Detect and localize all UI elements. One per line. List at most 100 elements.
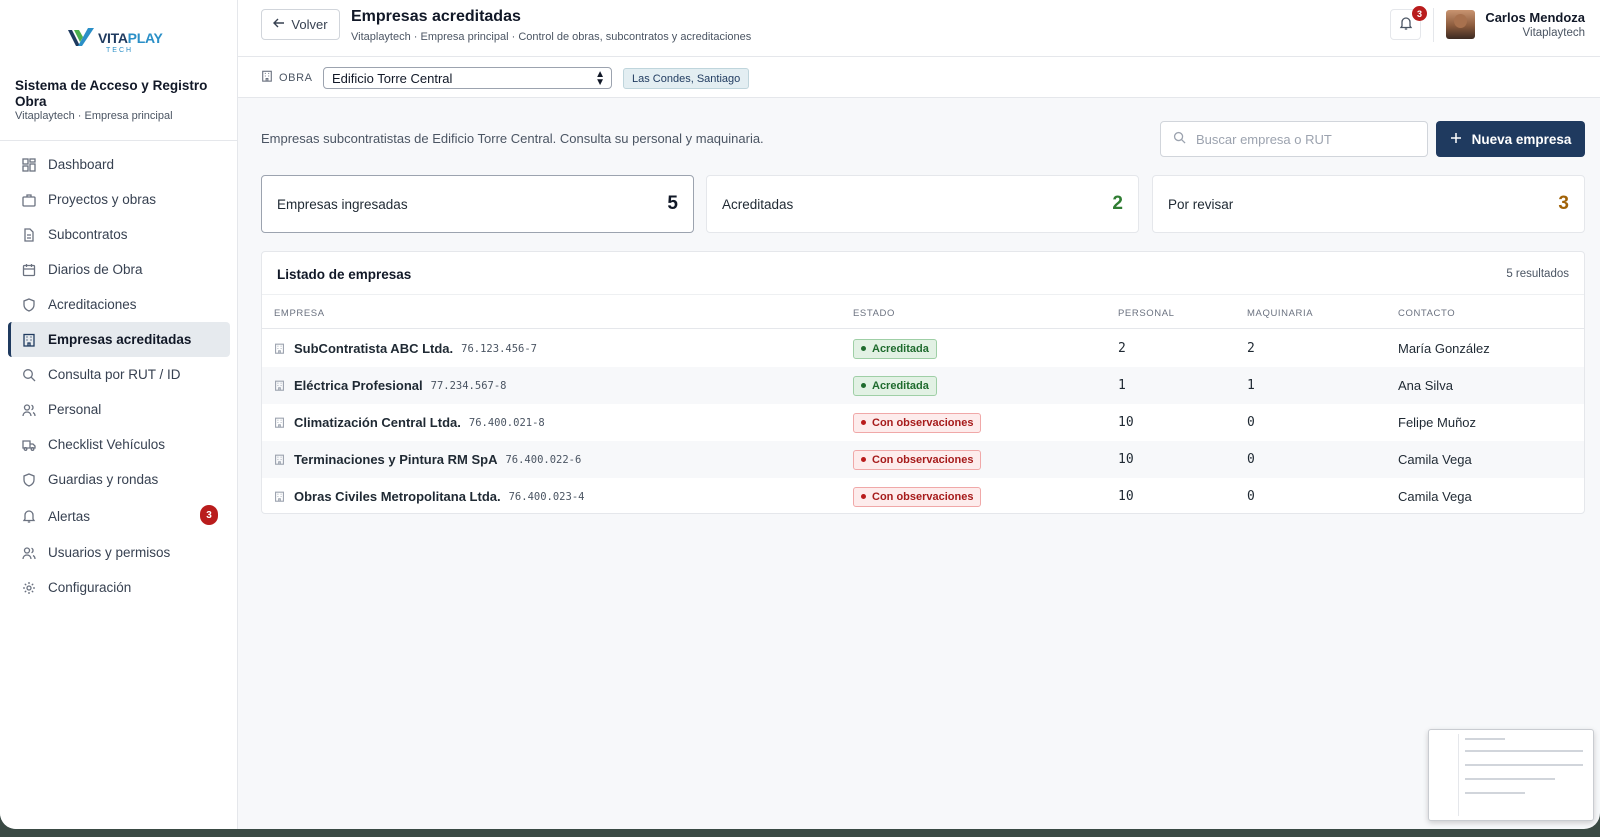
sidebar-item-subcontratos[interactable]: Subcontratos: [8, 217, 230, 252]
user-name[interactable]: Carlos Mendoza: [1485, 10, 1585, 25]
sidebar-item-alertas[interactable]: Alertas 3: [8, 497, 230, 535]
machinery-count: 2: [1247, 341, 1255, 356]
status-cell: Con observaciones: [853, 441, 982, 478]
plus-icon: [1450, 132, 1462, 147]
stat-label: Por revisar: [1168, 197, 1234, 212]
machinery-count: 0: [1247, 415, 1255, 430]
thumbnail-line: [1465, 750, 1583, 752]
sidebar-item-label: Empresas acreditadas: [48, 332, 192, 347]
thumbnail-line: [1465, 792, 1525, 794]
gear-icon: [22, 581, 36, 595]
thumbnail-line: [1465, 738, 1505, 740]
company-cell[interactable]: SubContratista ABC Ltda. 76.123.456-7: [274, 330, 537, 367]
building-icon: [274, 343, 285, 354]
new-company-button[interactable]: Nueva empresa: [1436, 121, 1585, 157]
table-row[interactable]: Terminaciones y Pintura RM SpA 76.400.022…: [262, 441, 1584, 478]
logo-mark-icon: [68, 28, 94, 46]
company-cell[interactable]: Obras Civiles Metropolitana Ltda. 76.400.…: [274, 478, 585, 513]
header-divider: [1433, 8, 1434, 42]
sidebar-item-consulta-rut[interactable]: Consulta por RUT / ID: [8, 357, 230, 392]
contact-name: Ana Silva: [1398, 378, 1453, 393]
table-row[interactable]: Obras Civiles Metropolitana Ltda. 76.400.…: [262, 478, 1584, 513]
company-name[interactable]: Obras Civiles Metropolitana Ltda.: [294, 489, 501, 504]
table-row[interactable]: SubContratista ABC Ltda. 76.123.456-7 Acre…: [262, 330, 1584, 367]
thumbnail-sidebar: [1433, 734, 1459, 816]
notification-count-badge: 3: [1412, 6, 1427, 21]
status-cell: Con observaciones: [853, 478, 982, 513]
brand-logo[interactable]: VITAPLAY TECH: [62, 22, 174, 58]
sidebar-item-label: Alertas: [48, 508, 91, 524]
status-cell: Acreditada: [853, 330, 937, 367]
sidebar-item-configuracion[interactable]: Configuración: [8, 570, 230, 605]
company-name[interactable]: SubContratista ABC Ltda.: [294, 341, 453, 356]
stat-card-por-revisar[interactable]: Por revisar 3: [1152, 175, 1585, 233]
sidebar-item-acreditaciones[interactable]: Acreditaciones: [8, 287, 230, 322]
column-header-maquinaria[interactable]: MAQUINARIA: [1247, 308, 1313, 319]
sidebar-item-label: Acreditaciones: [48, 297, 137, 312]
column-header-empresa[interactable]: EMPRESA: [274, 308, 325, 319]
status-badge: Con observaciones: [853, 449, 982, 470]
stat-label: Empresas ingresadas: [277, 197, 408, 212]
stat-value: 5: [667, 193, 678, 214]
status-dot-icon: [861, 346, 866, 351]
table-row[interactable]: Eléctrica Profesional 77.234.567-8 Acredit…: [262, 367, 1584, 404]
back-button[interactable]: Volver: [261, 9, 340, 40]
personal-count: 2: [1118, 341, 1126, 356]
status-cell: Con observaciones: [853, 404, 982, 441]
company-cell[interactable]: Terminaciones y Pintura RM SpA 76.400.022…: [274, 441, 581, 478]
sidebar-item-label: Proyectos y obras: [48, 192, 157, 207]
company-rut: 76.123.456-7: [461, 342, 537, 355]
screen-preview-thumbnail[interactable]: [1428, 729, 1594, 821]
stat-card-acreditadas[interactable]: Acreditadas 2: [706, 175, 1139, 233]
shield-icon: [22, 472, 36, 487]
table-header: EMPRESA ESTADO PERSONAL MAQUINARIA CONTA…: [262, 294, 1584, 329]
sidebar-item-guardias[interactable]: Guardias y rondas: [8, 462, 230, 497]
contact-name: Camila Vega: [1398, 452, 1472, 467]
shield-icon: [22, 297, 36, 312]
search-input[interactable]: [1196, 131, 1416, 147]
table-row[interactable]: Climatización Central Ltda. 76.400.021-8 C…: [262, 404, 1584, 441]
stat-card-ingresadas[interactable]: Empresas ingresadas 5: [261, 175, 694, 233]
results-count: 5 resultados: [1506, 268, 1569, 280]
sidebar-item-empresas-acreditadas[interactable]: Empresas acreditadas: [8, 322, 230, 357]
notifications-button[interactable]: 3: [1390, 6, 1427, 40]
users-icon: [22, 403, 36, 417]
column-header-personal[interactable]: PERSONAL: [1118, 308, 1175, 319]
top-header: Volver Empresas acreditadas Vitaplaytech…: [238, 0, 1600, 57]
sidebar-item-diarios[interactable]: Diarios de Obra: [8, 252, 230, 287]
company-name[interactable]: Eléctrica Profesional: [294, 378, 423, 393]
company-cell[interactable]: Climatización Central Ltda. 76.400.021-8: [274, 404, 545, 441]
logo-text: VITAPLAY: [98, 30, 163, 46]
search-box[interactable]: [1160, 121, 1428, 157]
status-dot-icon: [861, 383, 866, 388]
arrow-left-icon: [273, 17, 285, 32]
company-rut: 76.400.023-4: [508, 490, 585, 503]
user-organization: Vitaplaytech: [1522, 27, 1585, 39]
sidebar-item-personal[interactable]: Personal: [8, 392, 230, 427]
avatar[interactable]: [1446, 10, 1475, 39]
location-badge: Las Condes, Santiago: [623, 68, 750, 89]
sidebar-item-usuarios[interactable]: Usuarios y permisos: [8, 535, 230, 570]
sidebar-item-dashboard[interactable]: Dashboard: [8, 147, 230, 182]
company-cell[interactable]: Eléctrica Profesional 77.234.567-8: [274, 367, 506, 404]
sidebar-item-label: Consulta por RUT / ID: [48, 367, 181, 382]
stat-value: 3: [1558, 193, 1569, 214]
status-dot-icon: [861, 494, 866, 499]
sidebar-item-checklist-vehiculos[interactable]: Checklist Vehículos: [8, 427, 230, 462]
column-header-contacto[interactable]: CONTACTO: [1398, 308, 1455, 319]
logo-subtext: TECH: [106, 47, 134, 54]
status-badge: Acreditada: [853, 338, 937, 359]
company-name[interactable]: Climatización Central Ltda.: [294, 415, 461, 430]
machinery-count: 0: [1247, 452, 1255, 467]
alert-count-badge: 3: [200, 505, 218, 525]
column-header-estado[interactable]: ESTADO: [853, 308, 895, 319]
obra-select[interactable]: Edificio Torre Central ▲ ▼: [323, 67, 612, 89]
sidebar-item-label: Diarios de Obra: [48, 262, 143, 277]
company-name[interactable]: Terminaciones y Pintura RM SpA: [294, 452, 497, 467]
sidebar-item-label: Guardias y rondas: [48, 472, 159, 487]
page-subtitle: Vitaplaytech · Empresa principal · Contr…: [351, 31, 752, 43]
sidebar-item-proyectos[interactable]: Proyectos y obras: [8, 182, 230, 217]
search-icon: [1173, 131, 1186, 147]
document-icon: [22, 227, 36, 242]
machinery-count: 1: [1247, 378, 1255, 393]
